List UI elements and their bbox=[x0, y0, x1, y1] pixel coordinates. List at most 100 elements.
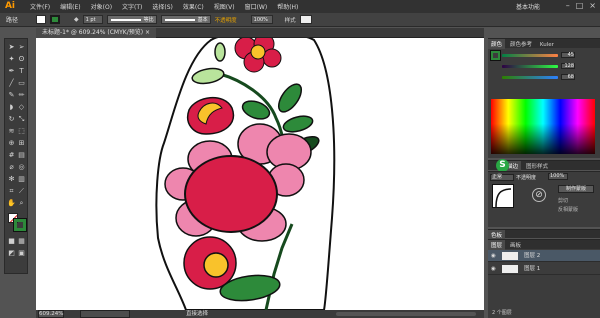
perspective-grid-tool-icon[interactable]: ⊞ bbox=[17, 139, 26, 148]
type-tool-icon[interactable]: T bbox=[17, 67, 26, 76]
visibility-eye-icon[interactable]: ◉ bbox=[491, 263, 496, 275]
artboard-nav[interactable] bbox=[80, 310, 130, 318]
symbol-sprayer-tool-icon[interactable]: ✻ bbox=[7, 175, 16, 184]
tab-artboards[interactable]: 画板 bbox=[507, 240, 524, 250]
selection-tool-icon[interactable]: ➤ bbox=[7, 43, 16, 52]
shape-builder-tool-icon[interactable]: ⊕ bbox=[7, 139, 16, 148]
horizontal-scrollbar[interactable] bbox=[336, 312, 476, 316]
menu-effect[interactable]: 效果(C) bbox=[183, 2, 204, 11]
layer-2-name[interactable]: 图层 2 bbox=[524, 250, 540, 262]
menu-window[interactable]: 窗口(W) bbox=[245, 2, 268, 11]
make-mask-button[interactable]: 制作蒙版 bbox=[558, 185, 594, 193]
layer-1-name[interactable]: 图层 1 bbox=[524, 263, 540, 275]
stroke-panel: 描边 图形样式 S bbox=[488, 159, 600, 172]
artboard-canvas[interactable] bbox=[36, 38, 484, 310]
blob-brush-tool-icon[interactable]: ◗ bbox=[7, 103, 16, 112]
stroke-color-icon[interactable] bbox=[13, 218, 27, 232]
layer-row-1[interactable]: ◉ 图层 1 bbox=[488, 263, 600, 275]
rotate-tool-icon[interactable]: ↻ bbox=[7, 115, 16, 124]
opacity-field[interactable]: 100% bbox=[250, 15, 273, 24]
brush-definition[interactable]: 基本 bbox=[160, 15, 211, 24]
clip-checkbox[interactable]: 剪切 bbox=[558, 197, 568, 204]
tab-kuler[interactable]: Kuler bbox=[537, 41, 557, 49]
draw-mode-icon[interactable]: ◩ bbox=[7, 249, 16, 258]
red-value[interactable]: 45 bbox=[561, 52, 575, 58]
mesh-tool-icon[interactable]: # bbox=[7, 151, 16, 160]
blue-slider[interactable] bbox=[502, 75, 558, 79]
window-controls: – □ × bbox=[566, 1, 596, 10]
close-icon[interactable]: × bbox=[589, 1, 596, 10]
line-tool-icon[interactable]: ╱ bbox=[7, 79, 16, 88]
tab-color-guide[interactable]: 颜色参考 bbox=[507, 39, 535, 49]
pen-tool-icon[interactable]: ✒ bbox=[7, 67, 16, 76]
pencil-tool-icon[interactable]: ✏ bbox=[17, 91, 26, 100]
eraser-tool-icon[interactable]: ◇ bbox=[17, 103, 26, 112]
hand-tool-icon[interactable]: ✋ bbox=[7, 199, 16, 208]
menu-bar: Ai 文件(F) 编辑(E) 对象(O) 文字(T) 选择(S) 效果(C) 视… bbox=[0, 0, 600, 13]
color-panel-tabs: 颜色 颜色参考 Kuler bbox=[488, 39, 600, 49]
gradient-tool-icon[interactable]: ▤ bbox=[17, 151, 26, 160]
color-mode-icon[interactable]: ■ bbox=[7, 237, 16, 246]
zoom-tool-icon[interactable]: ⌕ bbox=[17, 199, 26, 208]
stroke-weight-field[interactable]: 1 pt bbox=[82, 15, 103, 24]
blue-slider-row: 68 bbox=[502, 73, 575, 81]
document-tab[interactable]: 未标题-1* @ 609.24% (CMYK/预览) × bbox=[36, 28, 157, 38]
variable-width-profile[interactable]: 等比 bbox=[106, 15, 157, 24]
blend-tool-icon[interactable]: ◎ bbox=[17, 163, 26, 172]
green-slider-row: 128 bbox=[502, 62, 575, 70]
menu-file[interactable]: 文件(F) bbox=[30, 2, 50, 11]
menu-edit[interactable]: 编辑(E) bbox=[60, 2, 80, 11]
tab-color[interactable]: 颜色 bbox=[488, 39, 506, 49]
graphic-style-swatch[interactable] bbox=[299, 15, 312, 24]
graph-tool-icon[interactable]: ▥ bbox=[17, 175, 26, 184]
layers-panel: 图层 画板 ◉ 图层 2 ◉ 图层 1 2 个图层 bbox=[488, 239, 600, 318]
minimize-icon[interactable]: – bbox=[566, 1, 570, 10]
transparency-panel: 正常 不透明度 100% ⊘ 制作蒙版 剪切 反相蒙版 bbox=[488, 171, 600, 227]
stroke-swatch[interactable] bbox=[50, 15, 60, 24]
menu-select[interactable]: 选择(S) bbox=[152, 2, 173, 11]
direct-selection-tool-icon[interactable]: ➢ bbox=[17, 43, 26, 52]
opacity-label: 不透明度 bbox=[214, 17, 237, 24]
gradient-mode-icon[interactable]: ▦ bbox=[17, 237, 26, 246]
free-transform-tool-icon[interactable]: ⬚ bbox=[17, 127, 26, 136]
visibility-eye-icon[interactable]: ◉ bbox=[491, 250, 496, 262]
swatches-panel: 色板 bbox=[488, 229, 600, 240]
object-thumbnail bbox=[492, 184, 514, 208]
document-tab-title: 未标题-1* @ 609.24% (CMYK/预览) bbox=[42, 29, 144, 36]
blend-mode-select[interactable]: 正常 bbox=[490, 174, 514, 181]
zoom-field[interactable]: 609.24% bbox=[38, 310, 64, 318]
invert-mask-checkbox[interactable]: 反相蒙版 bbox=[558, 206, 578, 213]
eyedropper-tool-icon[interactable]: ⌀ bbox=[7, 163, 16, 172]
tools-panel: ➤ ➢ ✦ ʘ ✒ T ╱ ▭ ✎ ✏ ◗ ◇ ↻ ⤡ ≋ ⬚ ⊕ ⊞ # ▤ … bbox=[4, 38, 28, 274]
menu-object[interactable]: 对象(O) bbox=[91, 2, 112, 11]
rectangle-tool-icon[interactable]: ▭ bbox=[17, 79, 26, 88]
fill-swatch[interactable] bbox=[36, 15, 46, 24]
slice-tool-icon[interactable]: ⟋ bbox=[17, 187, 26, 196]
workspace-switcher[interactable]: 基本功能 bbox=[516, 2, 540, 11]
green-value[interactable]: 128 bbox=[561, 63, 575, 69]
color-stroke-preview[interactable] bbox=[490, 50, 501, 61]
menu-help[interactable]: 帮助(H) bbox=[277, 2, 298, 11]
menu-view[interactable]: 视图(V) bbox=[214, 2, 235, 11]
transparency-opacity-field[interactable]: 100% bbox=[548, 173, 568, 180]
artboard-tool-icon[interactable]: ⌗ bbox=[7, 187, 16, 196]
red-slider[interactable] bbox=[502, 53, 558, 57]
lasso-tool-icon[interactable]: ʘ bbox=[17, 55, 26, 64]
paintbrush-tool-icon[interactable]: ✎ bbox=[7, 91, 16, 100]
green-slider[interactable] bbox=[502, 64, 558, 68]
layer-thumbnail bbox=[502, 265, 518, 273]
screen-mode-icon[interactable]: ▣ bbox=[17, 249, 26, 258]
tab-layers[interactable]: 图层 bbox=[488, 240, 506, 250]
scale-tool-icon[interactable]: ⤡ bbox=[17, 115, 26, 124]
document-tabbar: 未标题-1* @ 609.24% (CMYK/预览) × bbox=[36, 28, 484, 38]
path-label: 路径 bbox=[6, 17, 19, 24]
color-spectrum[interactable] bbox=[491, 99, 595, 154]
menu-type[interactable]: 文字(T) bbox=[122, 2, 142, 11]
tab-graphic-styles[interactable]: 图形样式 bbox=[523, 161, 551, 171]
blue-value[interactable]: 68 bbox=[561, 74, 575, 80]
mask-empty-icon[interactable]: ⊘ bbox=[532, 188, 546, 202]
maximize-icon[interactable]: □ bbox=[576, 1, 584, 10]
layer-row-2[interactable]: ◉ 图层 2 bbox=[488, 250, 600, 262]
magic-wand-tool-icon[interactable]: ✦ bbox=[7, 55, 16, 64]
warp-tool-icon[interactable]: ≋ bbox=[7, 127, 16, 136]
